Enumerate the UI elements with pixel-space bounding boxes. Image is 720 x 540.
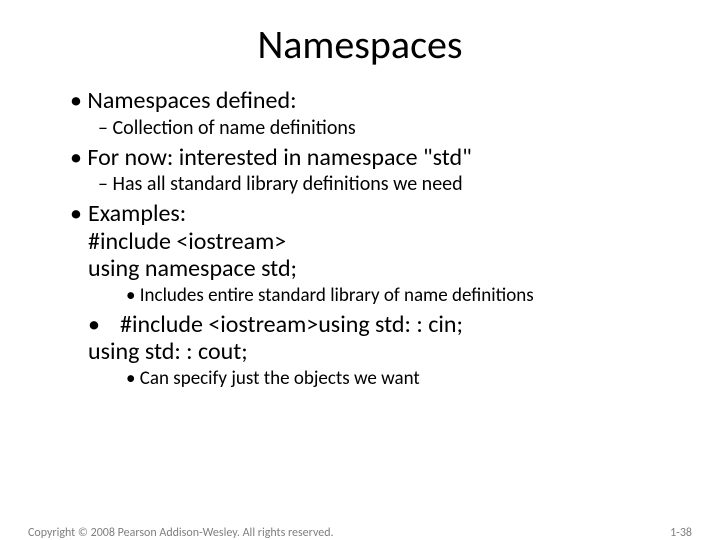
bullet-level2: Has all standard library definitions we … xyxy=(98,173,680,196)
bullet-list: Namespaces defined: Collection of name d… xyxy=(70,87,680,390)
bullet-marker: • xyxy=(88,311,120,339)
bullet-text: Has all standard library definitions we … xyxy=(112,172,462,196)
bullet-level1: •Examples: #include <iostream> using nam… xyxy=(70,200,680,283)
bullet-level3: Includes entire standard library of name… xyxy=(126,285,680,307)
bullet-level1: •#include <iostream>using std: : cin; us… xyxy=(88,311,680,366)
bullet-level1: For now: interested in namespace "std" xyxy=(70,144,680,172)
bullet-text: Namespaces defined: xyxy=(87,86,296,115)
bullet-marker: • xyxy=(70,200,88,228)
bullet-text: #include <iostream>using std: : cin; xyxy=(120,310,463,339)
bullet-text: using std: : cout; xyxy=(88,337,248,366)
bullet-text: #include <iostream> xyxy=(88,227,286,256)
footer-page-number: 1-38 xyxy=(670,526,692,540)
bullet-level2: Collection of name definitions xyxy=(98,117,680,140)
bullet-text: Includes entire standard library of name… xyxy=(140,284,534,307)
bullet-level1: Namespaces defined: xyxy=(70,87,680,115)
bullet-text: For now: interested in namespace "std" xyxy=(87,143,471,172)
bullet-level3: Can specify just the objects we want xyxy=(126,368,680,390)
slide-content: Namespaces defined: Collection of name d… xyxy=(70,87,680,390)
slide: Namespaces Namespaces defined: Collectio… xyxy=(0,20,720,540)
bullet-text: Examples: xyxy=(88,199,186,228)
bullet-text: using namespace std; xyxy=(88,254,297,283)
bullet-text: Collection of name definitions xyxy=(112,116,355,140)
slide-title: Namespaces xyxy=(0,20,720,69)
bullet-text: Can specify just the objects we want xyxy=(140,367,420,390)
footer-copyright: Copyright © 2008 Pearson Addison-Wesley.… xyxy=(28,526,334,540)
